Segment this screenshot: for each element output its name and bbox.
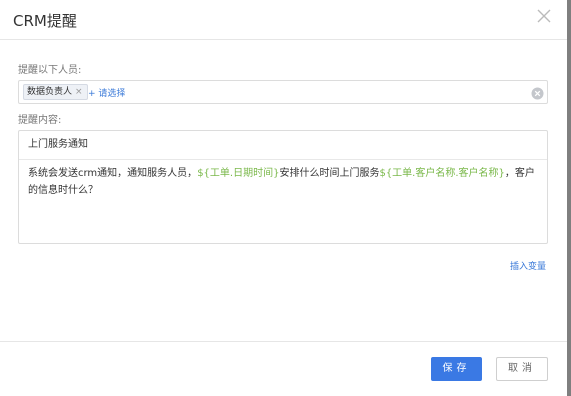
recipient-tag: 数据负责人 × [23,84,88,100]
body-text: 系统会发送crm通知，通知服务人员， [28,168,198,179]
recipient-tag-label: 数据负责人 [27,87,73,97]
body-field[interactable]: 系统会发送crm通知，通知服务人员，${工单.日期时间}安排什么时间上门服务${… [19,160,547,199]
body-text: 安排什么时间上门服务 [279,168,380,179]
tag-remove-icon[interactable]: × [75,84,83,100]
close-icon[interactable] [536,8,552,24]
crm-reminder-dialog: CRM提醒 提醒以下人员: 数据负责人 × + 请选择 提醒内容: 上门服务通知… [0,0,567,396]
variable-date-time: ${工单.日期时间} [197,168,280,179]
dialog-title: CRM提醒 [13,12,77,30]
content-editor[interactable]: 上门服务通知 系统会发送crm通知，通知服务人员，${工单.日期时间}安排什么时… [18,130,548,244]
insert-variable-link[interactable]: 插入变量 [510,259,546,272]
footer-divider [0,341,567,342]
subject-field[interactable]: 上门服务通知 [19,131,547,160]
variable-customer-name: ${工单.客户名称.客户名称} [379,168,505,179]
clear-icon[interactable] [531,85,544,100]
recipients-select[interactable]: 数据负责人 × + 请选择 [18,80,548,104]
recipients-label: 提醒以下人员: [18,65,82,76]
cancel-button[interactable]: 取消 [496,357,548,381]
save-button[interactable]: 保存 [431,357,482,381]
dialog-header: CRM提醒 [0,0,567,40]
content-label: 提醒内容: [18,115,62,126]
add-recipient-link[interactable]: + 请选择 [88,86,125,99]
